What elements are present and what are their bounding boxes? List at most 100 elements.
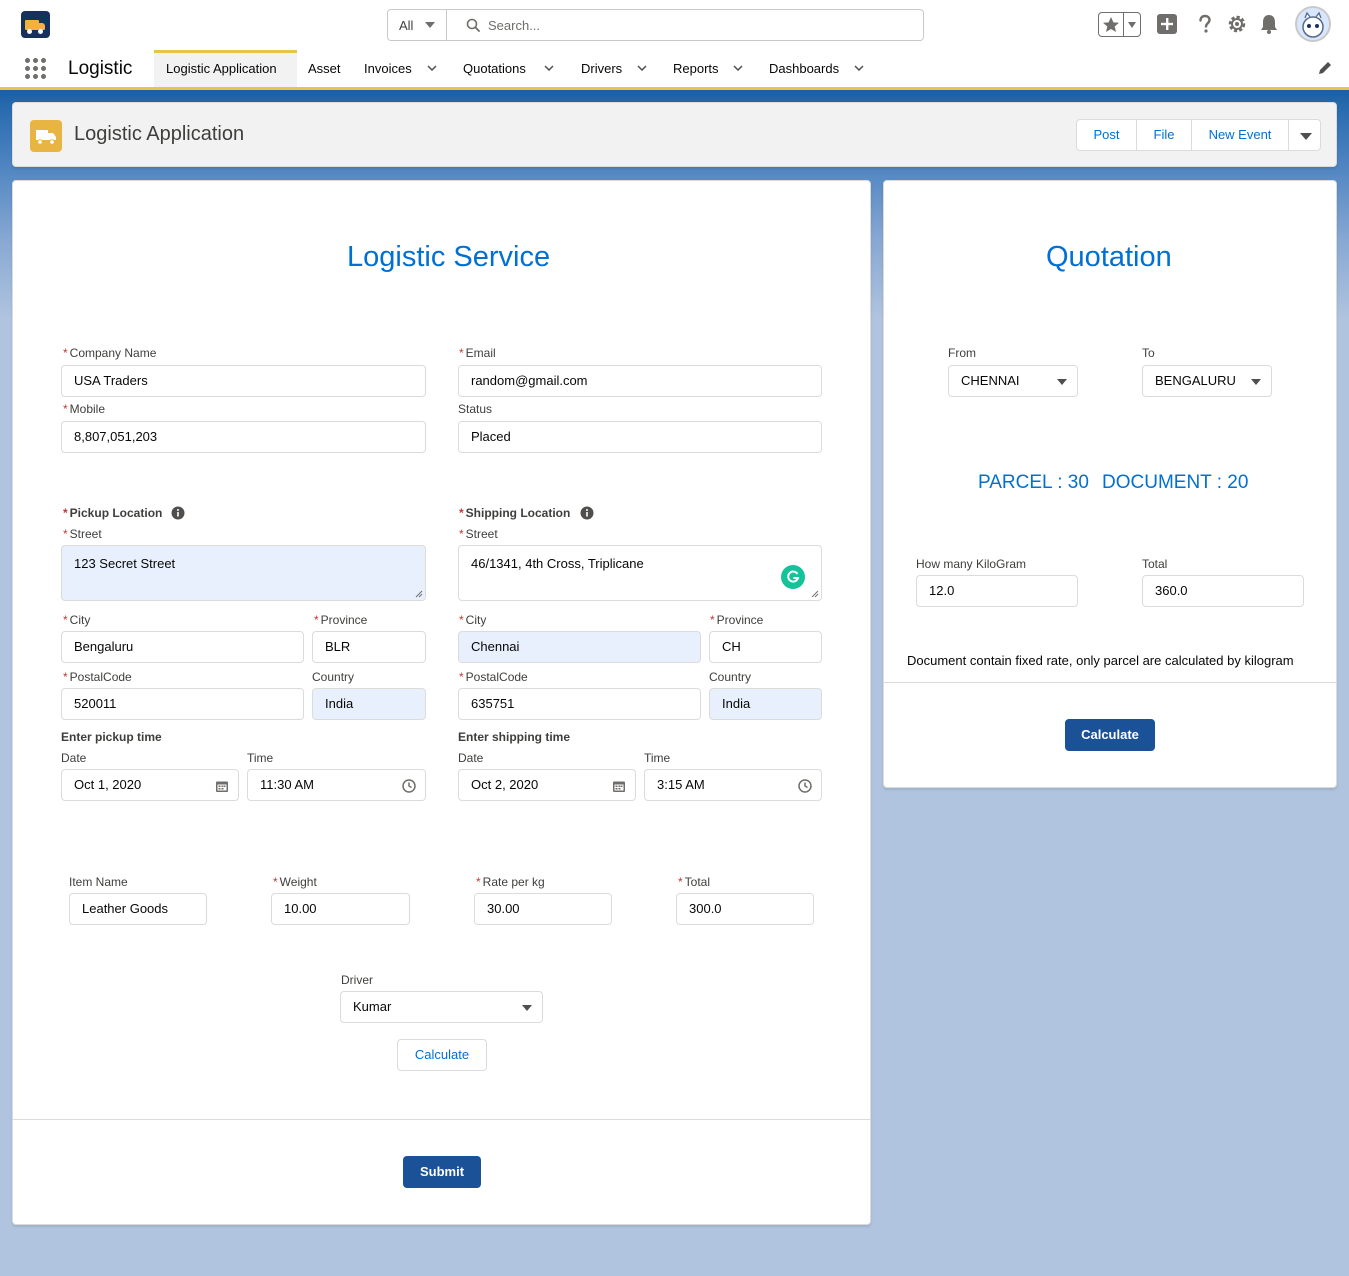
- status-field[interactable]: Placed: [458, 421, 822, 453]
- avatar[interactable]: [1295, 6, 1331, 42]
- page-header: Logistic Application Post File New Event: [12, 102, 1337, 167]
- chevron-down-icon[interactable]: [544, 65, 554, 71]
- pencil-icon[interactable]: [1317, 60, 1333, 76]
- global-search: All: [387, 9, 924, 41]
- kilogram-field[interactable]: 12.0: [916, 575, 1078, 607]
- resize-handle-icon[interactable]: [811, 590, 819, 598]
- quotation-title: Quotation: [1046, 241, 1172, 273]
- post-button[interactable]: Post: [1077, 120, 1137, 150]
- favorites-button[interactable]: [1098, 12, 1141, 37]
- app-launcher-waffle-icon[interactable]: [24, 57, 48, 81]
- pickup-street-label: * Street: [63, 527, 102, 541]
- shipping-province-field[interactable]: CH: [709, 631, 822, 663]
- shipping-street-textarea[interactable]: 46/1341, 4th Cross, Triplicane: [458, 545, 822, 601]
- page-title: Logistic Application: [74, 123, 245, 145]
- clock-icon[interactable]: [798, 779, 812, 793]
- more-actions-caret-icon[interactable]: [1300, 133, 1312, 140]
- shipping-province-label: * Province: [710, 613, 764, 627]
- search-scope-dropdown[interactable]: All: [388, 10, 447, 40]
- tab-label: Dashboards: [769, 61, 840, 76]
- caret-down-icon: [1057, 379, 1067, 385]
- tab-invoices[interactable]: Invoices: [353, 50, 452, 87]
- tab-drivers[interactable]: Drivers: [570, 50, 662, 87]
- search-input[interactable]: [488, 11, 908, 39]
- submit-button[interactable]: Submit: [403, 1156, 481, 1188]
- shipping-postal-field[interactable]: 635751: [458, 688, 701, 720]
- plus-icon[interactable]: [1156, 13, 1178, 35]
- quotation-total-label: Total: [1142, 557, 1168, 571]
- tab-logistic-application[interactable]: Logistic Application: [154, 50, 297, 87]
- tab-asset[interactable]: Asset: [297, 50, 353, 87]
- quotation-calculate-button[interactable]: Calculate: [1065, 719, 1155, 751]
- bell-icon[interactable]: [1258, 13, 1280, 35]
- calculate-button[interactable]: Calculate: [397, 1039, 487, 1071]
- new-event-button[interactable]: New Event: [1192, 120, 1289, 150]
- email-field[interactable]: random@gmail.com: [458, 365, 822, 397]
- info-icon[interactable]: [171, 506, 185, 520]
- pickup-province-field[interactable]: BLR: [312, 631, 426, 663]
- grammarly-icon[interactable]: [781, 565, 805, 589]
- tab-dashboards[interactable]: Dashboards: [758, 50, 880, 87]
- pickup-time-field[interactable]: 11:30 AM: [247, 769, 426, 801]
- item-name-label: Item Name: [69, 875, 128, 889]
- pickup-date-field[interactable]: Oct 1, 2020: [61, 769, 239, 801]
- app-logo-truck-icon[interactable]: [21, 11, 50, 38]
- help-icon[interactable]: [1194, 13, 1216, 35]
- rate-per-kg-label: * Rate per kg: [476, 875, 545, 889]
- shipping-time-field[interactable]: 3:15 AM: [644, 769, 822, 801]
- pickup-province-label: * Province: [314, 613, 368, 627]
- pickup-time-heading: Enter pickup time: [61, 730, 162, 744]
- from-select[interactable]: CHENNAI: [948, 365, 1078, 397]
- tab-quotations[interactable]: Quotations: [452, 50, 570, 87]
- shipping-street-label: * Street: [459, 527, 498, 541]
- rate-per-kg-field[interactable]: 30.00: [474, 893, 612, 925]
- pickup-time-label: Time: [247, 751, 274, 765]
- company-name-label: * Company Name: [63, 346, 157, 360]
- calendar-icon[interactable]: [215, 779, 229, 793]
- chevron-down-icon[interactable]: [854, 65, 864, 71]
- chevron-down-icon[interactable]: [427, 65, 437, 71]
- weight-field[interactable]: 10.00: [271, 893, 410, 925]
- pickup-street-textarea[interactable]: 123 Secret Street: [61, 545, 426, 601]
- item-name-field[interactable]: Leather Goods: [69, 893, 207, 925]
- pickup-date-value: Oct 1, 2020: [74, 777, 142, 792]
- total-field[interactable]: 300.0: [676, 893, 814, 925]
- mobile-field[interactable]: 8,807,051,203: [61, 421, 426, 453]
- chevron-down-icon[interactable]: [733, 65, 743, 71]
- card-footer-divider: [884, 682, 1336, 683]
- pickup-postal-field[interactable]: 520011: [61, 688, 304, 720]
- app-name: Logistic: [68, 58, 133, 79]
- tab-label: Invoices: [364, 61, 412, 76]
- driver-value: Kumar: [353, 999, 392, 1014]
- quotation-total-field[interactable]: 360.0: [1142, 575, 1304, 607]
- company-name-field[interactable]: USA Traders: [61, 365, 426, 397]
- kilogram-label: How many KiloGram: [916, 557, 1027, 571]
- from-value: CHENNAI: [961, 373, 1020, 388]
- info-icon[interactable]: [580, 506, 594, 520]
- quotation-card: Quotation From CHENNAI To BENGALURU PARC…: [883, 180, 1337, 788]
- rate-note: Document contain fixed rate, only parcel…: [907, 653, 1294, 668]
- shipping-country-field[interactable]: India: [709, 688, 822, 720]
- shipping-date-field[interactable]: Oct 2, 2020: [458, 769, 636, 801]
- to-select[interactable]: BENGALURU: [1142, 365, 1272, 397]
- shipping-city-field[interactable]: Chennai: [458, 631, 701, 663]
- tab-label: Quotations: [463, 61, 526, 76]
- pickup-country-field[interactable]: India: [312, 688, 426, 720]
- tab-label: Drivers: [581, 61, 623, 76]
- favorites-menu-caret[interactable]: [1128, 22, 1136, 28]
- document-rate: DOCUMENT : 20: [1102, 472, 1249, 493]
- pickup-city-field[interactable]: Bengaluru: [61, 631, 304, 663]
- driver-select[interactable]: Kumar: [340, 991, 543, 1023]
- file-button[interactable]: File: [1137, 120, 1192, 150]
- truck-icon: [30, 120, 62, 152]
- calendar-icon[interactable]: [612, 779, 626, 793]
- clock-icon[interactable]: [402, 779, 416, 793]
- pickup-location-heading: * Pickup Location: [63, 506, 163, 520]
- shipping-time-label: Time: [644, 751, 671, 765]
- chevron-down-icon[interactable]: [637, 65, 647, 71]
- tab-reports[interactable]: Reports: [662, 50, 758, 87]
- tab-label: Reports: [673, 61, 719, 76]
- caret-down-icon: [1251, 379, 1261, 385]
- gear-icon[interactable]: [1226, 13, 1248, 35]
- resize-handle-icon[interactable]: [415, 590, 423, 598]
